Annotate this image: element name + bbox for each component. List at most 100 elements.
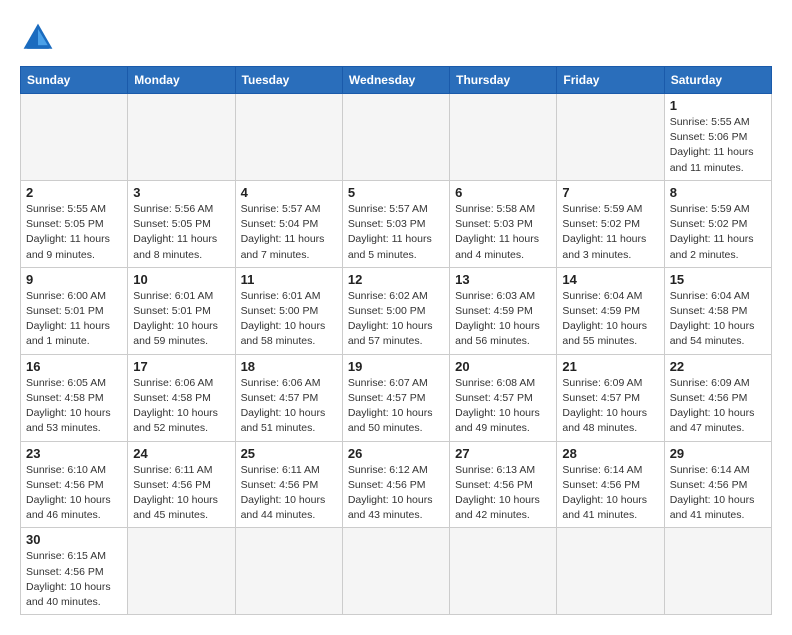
calendar-cell xyxy=(664,528,771,615)
day-info: Sunrise: 6:07 AM Sunset: 4:57 PM Dayligh… xyxy=(348,376,444,437)
calendar-cell: 26Sunrise: 6:12 AM Sunset: 4:56 PM Dayli… xyxy=(342,441,449,528)
day-number: 8 xyxy=(670,185,766,200)
day-number: 10 xyxy=(133,272,229,287)
day-info: Sunrise: 5:57 AM Sunset: 5:04 PM Dayligh… xyxy=(241,202,337,263)
calendar-cell: 20 Sunrise: 6:08 AM Sunset: 4:57 PM Dayli… xyxy=(450,354,557,441)
calendar-cell xyxy=(450,94,557,181)
day-number: 4 xyxy=(241,185,337,200)
calendar-cell: 17 Sunrise: 6:06 AM Sunset: 4:58 PM Dayli… xyxy=(128,354,235,441)
calendar-cell: 21 Sunrise: 6:09 AM Sunset: 4:57 PM Dayli… xyxy=(557,354,664,441)
day-info: Sunrise: 6:06 AM Sunset: 4:57 PM Dayligh… xyxy=(241,376,337,437)
weekday-header-monday: Monday xyxy=(128,67,235,94)
calendar-week-row: 30Sunrise: 6:15 AM Sunset: 4:56 PM Dayli… xyxy=(21,528,772,615)
calendar-cell: 6 Sunrise: 5:58 AM Sunset: 5:03 PM Daylig… xyxy=(450,180,557,267)
day-number: 12 xyxy=(348,272,444,287)
calendar-cell: 25 Sunrise: 6:11 AM Sunset: 4:56 PM Dayli… xyxy=(235,441,342,528)
calendar-header: SundayMondayTuesdayWednesdayThursdayFrid… xyxy=(21,67,772,94)
day-info: Sunrise: 6:10 AM Sunset: 4:56 PM Dayligh… xyxy=(26,463,122,524)
day-info: Sunrise: 6:02 AM Sunset: 5:00 PM Dayligh… xyxy=(348,289,444,350)
logo-icon xyxy=(20,20,56,56)
day-number: 5 xyxy=(348,185,444,200)
day-number: 21 xyxy=(562,359,658,374)
day-info: Sunrise: 5:57 AM Sunset: 5:03 PM Dayligh… xyxy=(348,202,444,263)
calendar-body: 1 Sunrise: 5:55 AM Sunset: 5:06 PM Daylig… xyxy=(21,94,772,615)
day-info: Sunrise: 6:14 AM Sunset: 4:56 PM Dayligh… xyxy=(670,463,766,524)
weekday-header-friday: Friday xyxy=(557,67,664,94)
calendar-cell: 18 Sunrise: 6:06 AM Sunset: 4:57 PM Dayli… xyxy=(235,354,342,441)
day-number: 23 xyxy=(26,446,122,461)
day-info: Sunrise: 6:08 AM Sunset: 4:57 PM Dayligh… xyxy=(455,376,551,437)
day-number: 17 xyxy=(133,359,229,374)
calendar-week-row: 9 Sunrise: 6:00 AM Sunset: 5:01 PM Daylig… xyxy=(21,267,772,354)
day-info: Sunrise: 6:04 AM Sunset: 4:58 PM Dayligh… xyxy=(670,289,766,350)
day-info: Sunrise: 6:09 AM Sunset: 4:56 PM Dayligh… xyxy=(670,376,766,437)
weekday-header-thursday: Thursday xyxy=(450,67,557,94)
day-info: Sunrise: 6:15 AM Sunset: 4:56 PM Dayligh… xyxy=(26,549,122,610)
day-info: Sunrise: 5:55 AM Sunset: 5:06 PM Dayligh… xyxy=(670,115,766,176)
day-info: Sunrise: 5:56 AM Sunset: 5:05 PM Dayligh… xyxy=(133,202,229,263)
day-number: 19 xyxy=(348,359,444,374)
day-info: Sunrise: 6:00 AM Sunset: 5:01 PM Dayligh… xyxy=(26,289,122,350)
day-info: Sunrise: 6:01 AM Sunset: 5:00 PM Dayligh… xyxy=(241,289,337,350)
calendar-cell xyxy=(342,94,449,181)
day-info: Sunrise: 5:58 AM Sunset: 5:03 PM Dayligh… xyxy=(455,202,551,263)
calendar-cell: 13Sunrise: 6:03 AM Sunset: 4:59 PM Dayli… xyxy=(450,267,557,354)
day-number: 9 xyxy=(26,272,122,287)
day-number: 27 xyxy=(455,446,551,461)
day-number: 22 xyxy=(670,359,766,374)
calendar-cell: 30Sunrise: 6:15 AM Sunset: 4:56 PM Dayli… xyxy=(21,528,128,615)
day-number: 29 xyxy=(670,446,766,461)
day-info: Sunrise: 5:55 AM Sunset: 5:05 PM Dayligh… xyxy=(26,202,122,263)
calendar-cell xyxy=(235,528,342,615)
day-number: 16 xyxy=(26,359,122,374)
calendar-cell: 14Sunrise: 6:04 AM Sunset: 4:59 PM Dayli… xyxy=(557,267,664,354)
calendar-table: SundayMondayTuesdayWednesdayThursdayFrid… xyxy=(20,66,772,615)
calendar-cell: 8 Sunrise: 5:59 AM Sunset: 5:02 PM Daylig… xyxy=(664,180,771,267)
day-number: 11 xyxy=(241,272,337,287)
calendar-cell xyxy=(450,528,557,615)
weekday-header-tuesday: Tuesday xyxy=(235,67,342,94)
calendar-cell xyxy=(342,528,449,615)
weekday-row: SundayMondayTuesdayWednesdayThursdayFrid… xyxy=(21,67,772,94)
calendar-cell: 5 Sunrise: 5:57 AM Sunset: 5:03 PM Daylig… xyxy=(342,180,449,267)
calendar-cell xyxy=(557,528,664,615)
calendar-week-row: 1 Sunrise: 5:55 AM Sunset: 5:06 PM Daylig… xyxy=(21,94,772,181)
day-number: 25 xyxy=(241,446,337,461)
day-number: 1 xyxy=(670,98,766,113)
day-info: Sunrise: 5:59 AM Sunset: 5:02 PM Dayligh… xyxy=(670,202,766,263)
calendar-week-row: 2Sunrise: 5:55 AM Sunset: 5:05 PM Daylig… xyxy=(21,180,772,267)
calendar-cell: 19 Sunrise: 6:07 AM Sunset: 4:57 PM Dayli… xyxy=(342,354,449,441)
day-number: 13 xyxy=(455,272,551,287)
page-header xyxy=(20,20,772,56)
day-info: Sunrise: 6:01 AM Sunset: 5:01 PM Dayligh… xyxy=(133,289,229,350)
calendar-cell: 27 Sunrise: 6:13 AM Sunset: 4:56 PM Dayli… xyxy=(450,441,557,528)
day-number: 15 xyxy=(670,272,766,287)
logo xyxy=(20,20,62,56)
calendar-week-row: 23 Sunrise: 6:10 AM Sunset: 4:56 PM Dayli… xyxy=(21,441,772,528)
day-info: Sunrise: 6:11 AM Sunset: 4:56 PM Dayligh… xyxy=(241,463,337,524)
calendar-cell: 3Sunrise: 5:56 AM Sunset: 5:05 PM Daylig… xyxy=(128,180,235,267)
day-info: Sunrise: 6:06 AM Sunset: 4:58 PM Dayligh… xyxy=(133,376,229,437)
calendar-cell: 4 Sunrise: 5:57 AM Sunset: 5:04 PM Daylig… xyxy=(235,180,342,267)
calendar-cell: 22 Sunrise: 6:09 AM Sunset: 4:56 PM Dayli… xyxy=(664,354,771,441)
calendar-cell: 10 Sunrise: 6:01 AM Sunset: 5:01 PM Dayli… xyxy=(128,267,235,354)
day-number: 20 xyxy=(455,359,551,374)
day-info: Sunrise: 6:09 AM Sunset: 4:57 PM Dayligh… xyxy=(562,376,658,437)
day-info: Sunrise: 6:04 AM Sunset: 4:59 PM Dayligh… xyxy=(562,289,658,350)
weekday-header-saturday: Saturday xyxy=(664,67,771,94)
calendar-cell: 2Sunrise: 5:55 AM Sunset: 5:05 PM Daylig… xyxy=(21,180,128,267)
day-number: 18 xyxy=(241,359,337,374)
calendar-cell xyxy=(128,528,235,615)
calendar-cell: 16Sunrise: 6:05 AM Sunset: 4:58 PM Dayli… xyxy=(21,354,128,441)
day-info: Sunrise: 6:12 AM Sunset: 4:56 PM Dayligh… xyxy=(348,463,444,524)
calendar-cell xyxy=(128,94,235,181)
calendar-cell xyxy=(21,94,128,181)
day-number: 6 xyxy=(455,185,551,200)
day-number: 28 xyxy=(562,446,658,461)
calendar-cell: 9 Sunrise: 6:00 AM Sunset: 5:01 PM Daylig… xyxy=(21,267,128,354)
calendar-cell: 23 Sunrise: 6:10 AM Sunset: 4:56 PM Dayli… xyxy=(21,441,128,528)
day-info: Sunrise: 6:13 AM Sunset: 4:56 PM Dayligh… xyxy=(455,463,551,524)
calendar-cell: 11 Sunrise: 6:01 AM Sunset: 5:00 PM Dayli… xyxy=(235,267,342,354)
calendar-cell xyxy=(557,94,664,181)
weekday-header-sunday: Sunday xyxy=(21,67,128,94)
